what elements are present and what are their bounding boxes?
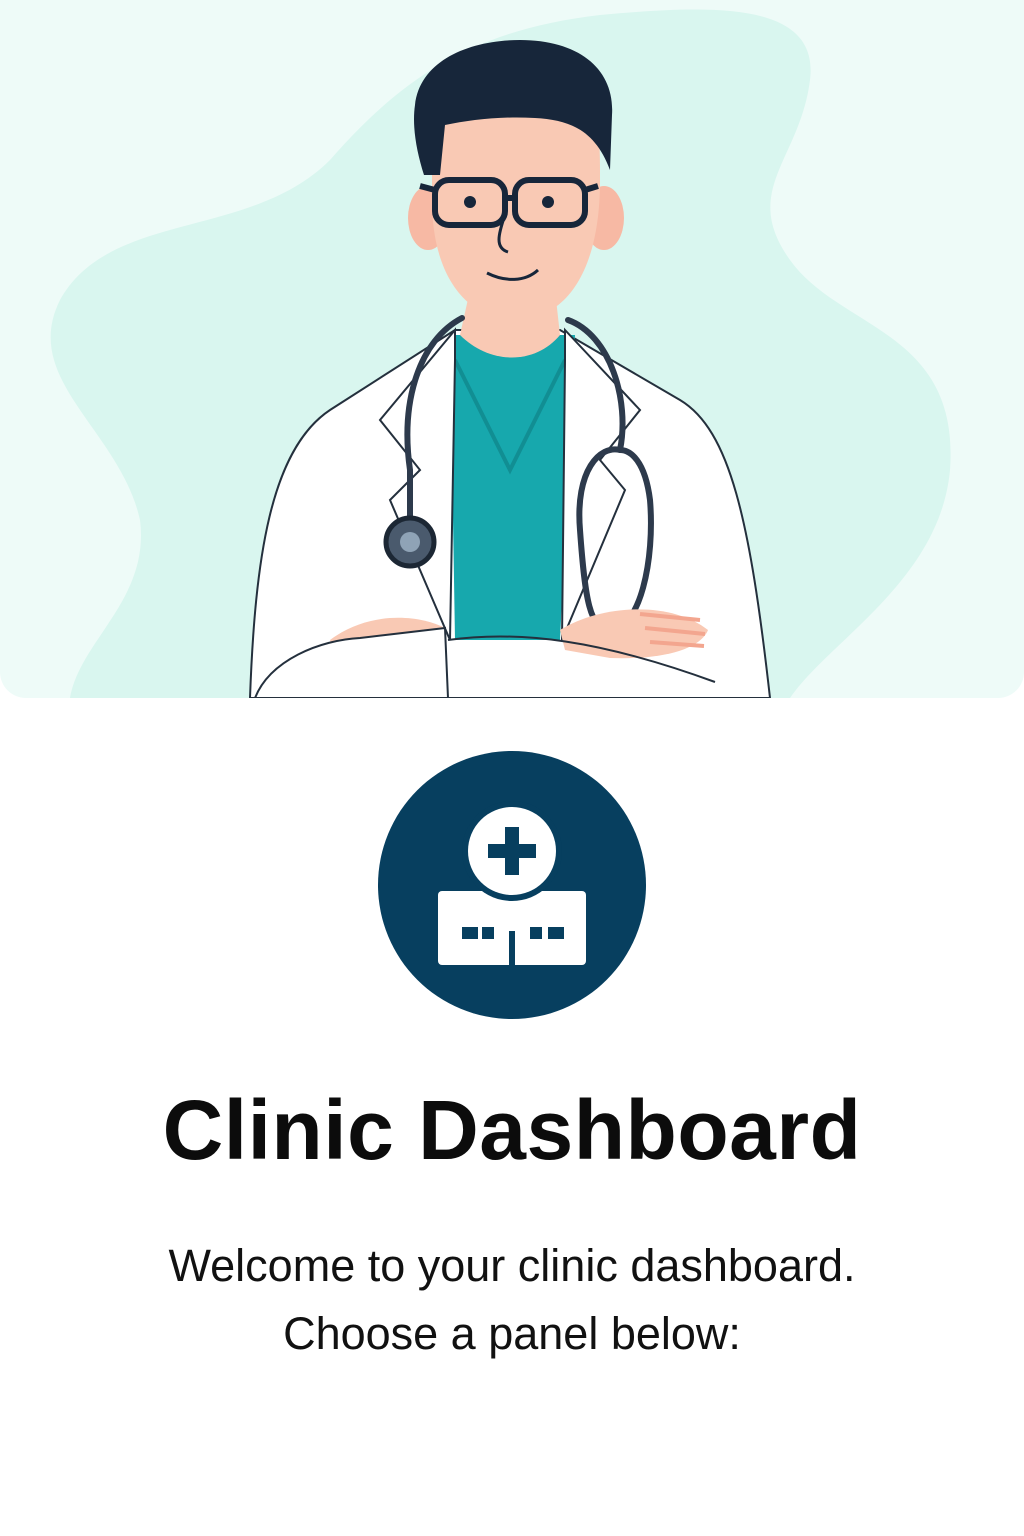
welcome-line-2: Choose a panel below: (283, 1308, 741, 1359)
doctor-illustration (50, 9, 951, 698)
page-title: Clinic Dashboard (162, 1083, 862, 1177)
hero-banner (0, 0, 1024, 698)
clinic-dashboard-page: Clinic Dashboard Welcome to your clinic … (0, 0, 1024, 1536)
welcome-message: Welcome to your clinic dashboard. Choose… (0, 1232, 1024, 1368)
clinic-logo (378, 751, 646, 1019)
welcome-line-1: Welcome to your clinic dashboard. (168, 1240, 856, 1291)
clinic-building-cross-icon (378, 751, 646, 1019)
